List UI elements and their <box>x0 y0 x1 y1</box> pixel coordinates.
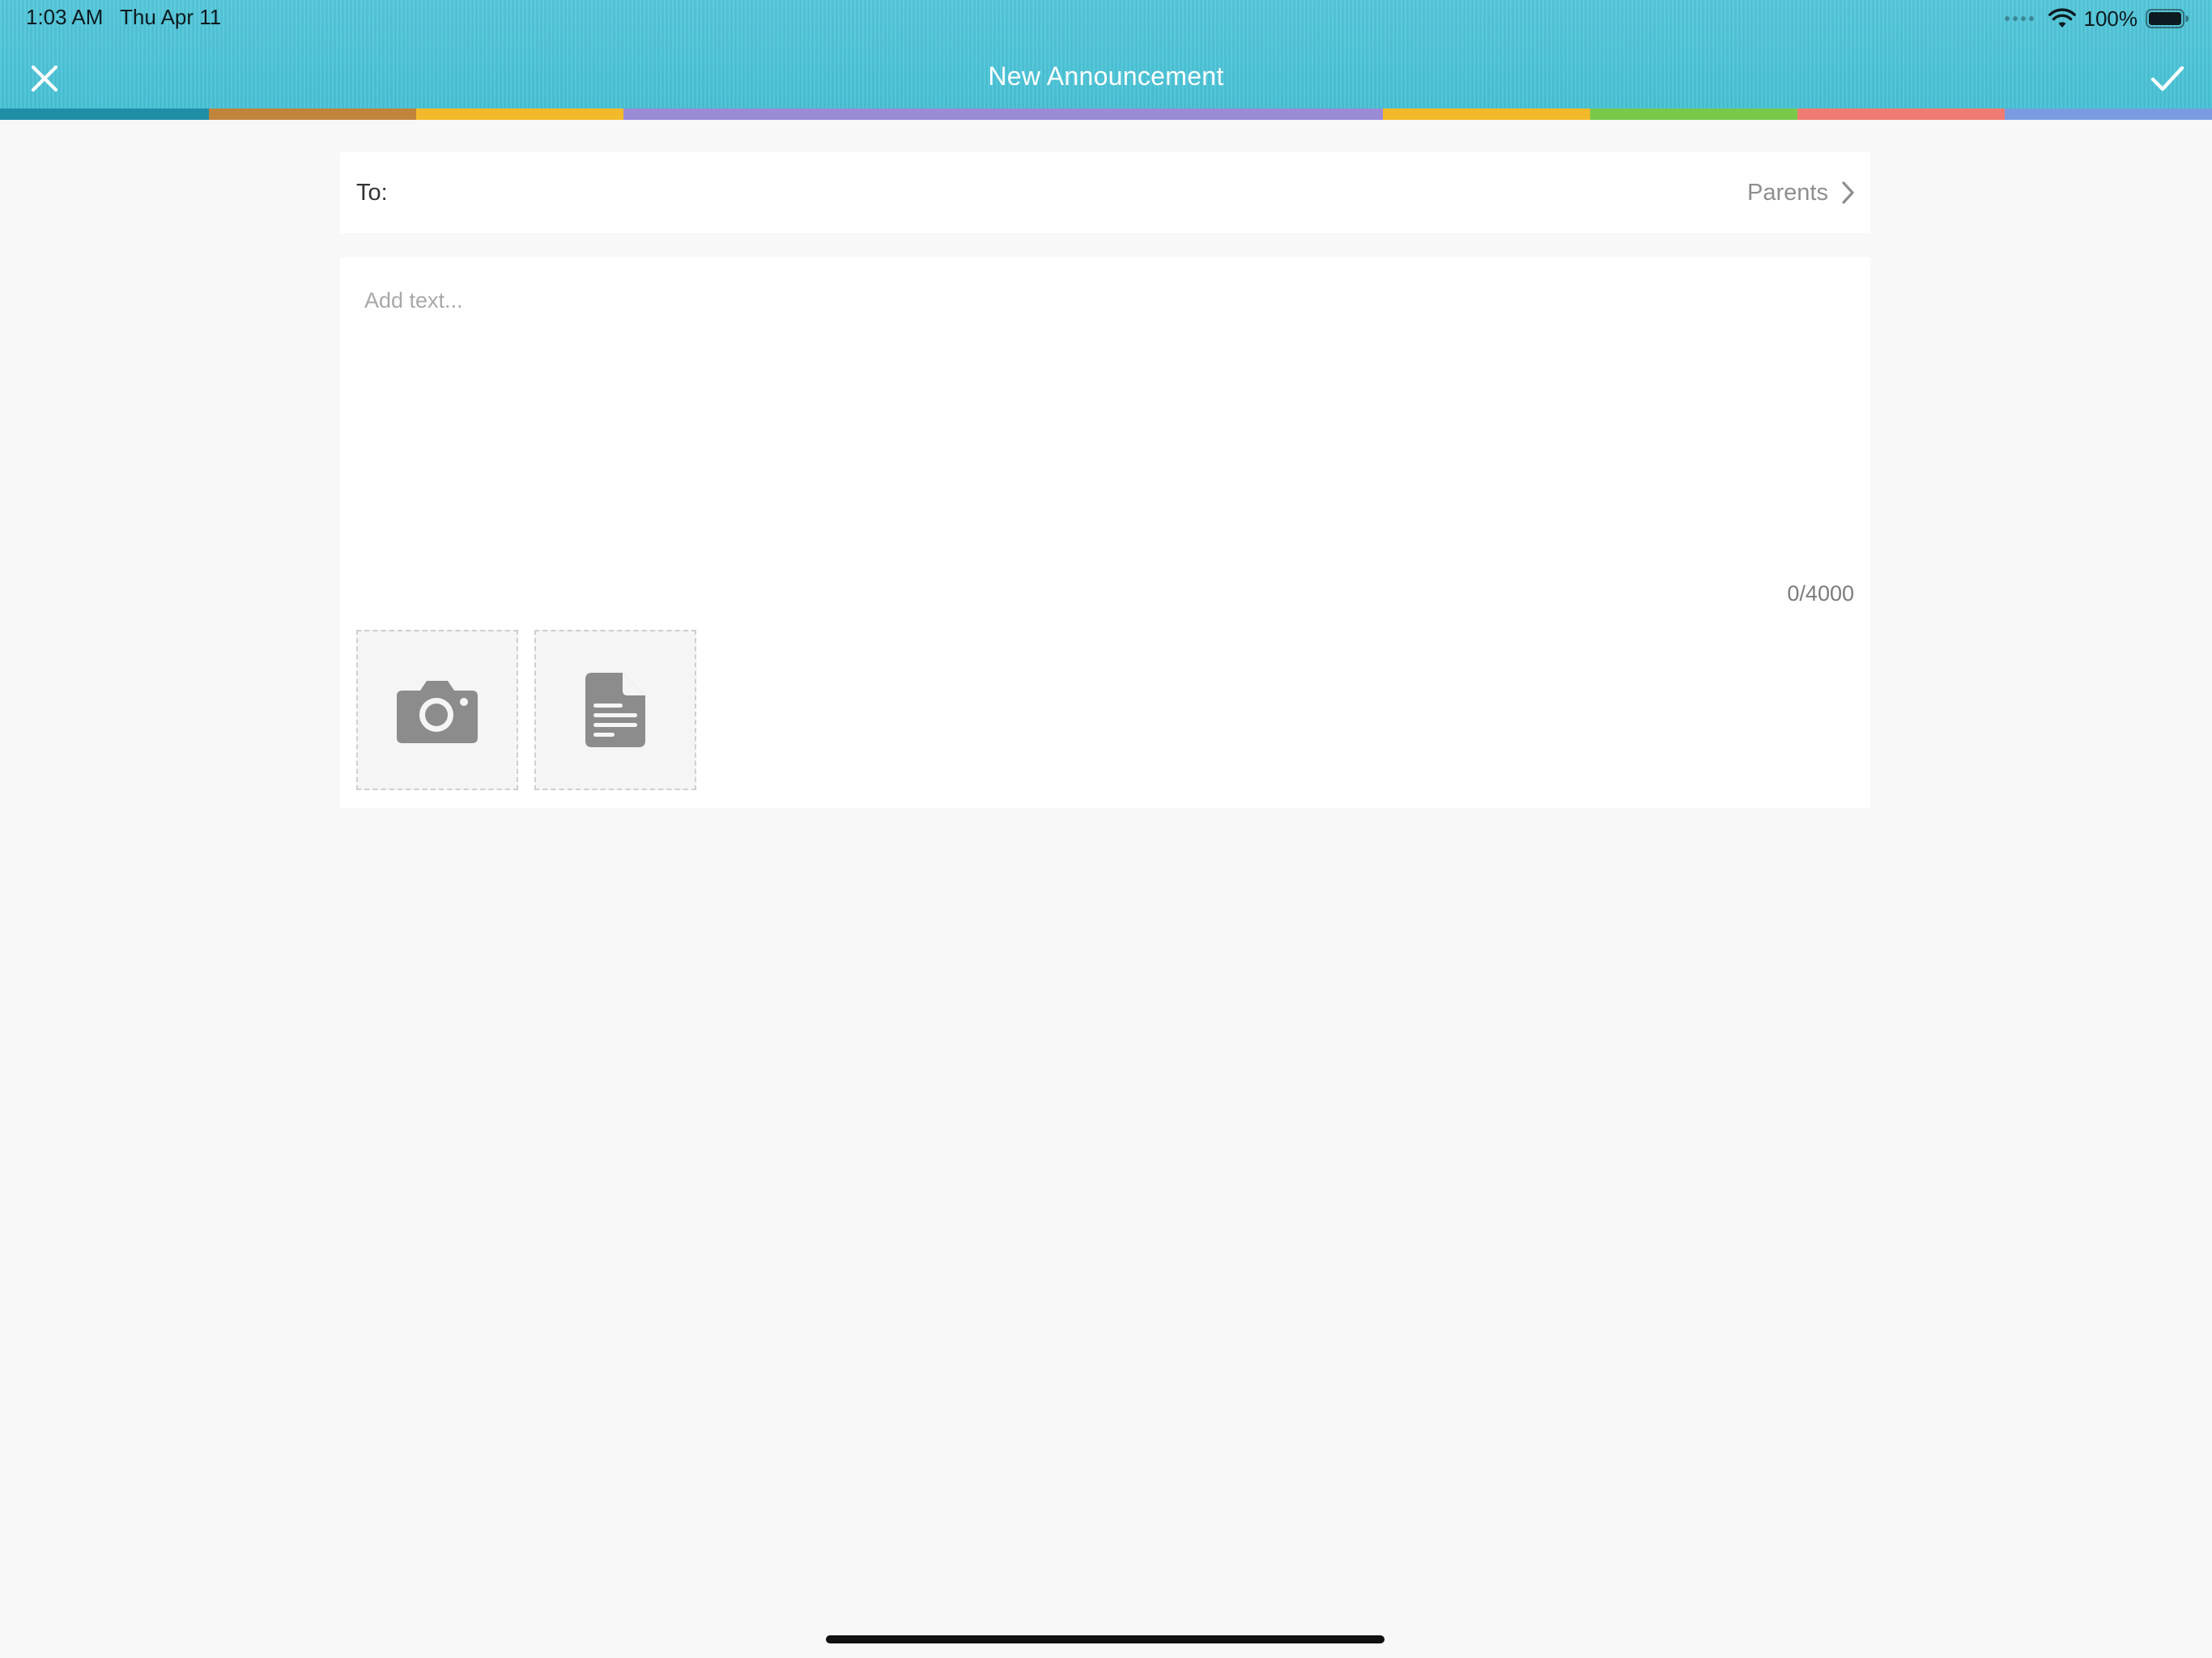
checkmark-icon <box>2150 66 2184 91</box>
page-title: New Announcement <box>988 62 1224 91</box>
status-indicators: 100% <box>2004 5 2190 32</box>
document-icon <box>585 673 645 747</box>
wifi-icon <box>2048 8 2076 28</box>
home-indicator[interactable] <box>826 1635 1385 1643</box>
announcement-text-input[interactable] <box>364 288 1838 531</box>
battery-percent: 100% <box>2083 6 2138 31</box>
compose-card: 0/4000 <box>340 257 1870 808</box>
recipient-value: Parents <box>1747 179 1828 206</box>
recipient-selector[interactable]: To: Parents <box>340 152 1870 233</box>
send-button[interactable] <box>2146 58 2189 99</box>
camera-icon <box>397 681 478 743</box>
recipient-label: To: <box>356 179 388 206</box>
character-count: 0/4000 <box>1787 581 1854 606</box>
add-file-button[interactable] <box>534 630 696 790</box>
status-time: 1:03 AM <box>26 5 104 29</box>
app-header: 1:03 AM Thu Apr 11 100% New Announcement <box>0 0 2212 108</box>
battery-icon <box>2146 9 2189 28</box>
signal-dots-icon <box>2004 16 2034 21</box>
status-date: Thu Apr 11 <box>120 5 222 29</box>
add-photo-button[interactable] <box>356 630 518 790</box>
chevron-right-icon <box>1842 181 1854 204</box>
rainbow-stripe <box>0 108 2212 120</box>
